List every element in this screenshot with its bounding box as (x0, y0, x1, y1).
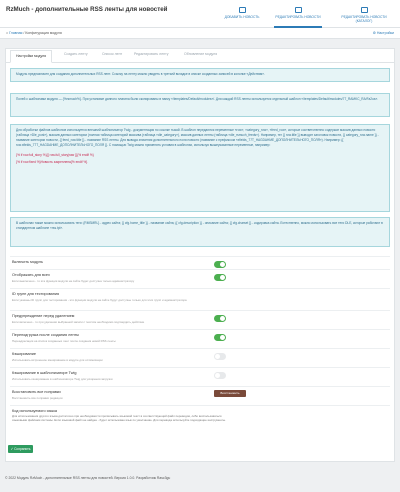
add-news-button[interactable]: Добавить новость (218, 0, 266, 28)
setting-hint: Восстановить все поправки редакции (12, 396, 63, 400)
add-icon (238, 7, 246, 13)
info-alert: В шаблонах также можно использовать теги… (10, 217, 390, 247)
save-button[interactable]: ✓ Сохранить (8, 445, 33, 453)
restore-button[interactable]: Восстановить (214, 390, 246, 397)
setting-row: Код используемого языка Для использовани… (10, 405, 390, 439)
edit-icon (360, 7, 368, 13)
app-title: RzMuch - дополнительные RSS ленты для но… (6, 6, 168, 13)
tab-update[interactable]: Обновление модуля (184, 52, 217, 56)
setting-hint: Если включено - то при удалении выбранно… (12, 320, 145, 324)
setting-label: Кэширование (12, 352, 36, 356)
redirect-after-create-toggle[interactable] (214, 334, 226, 341)
setting-label: Включить модуль (12, 260, 43, 264)
settings-link[interactable]: ⚙ Настройки (373, 31, 394, 35)
setting-hint: Использовать кэширование в шаблонизаторе… (12, 377, 113, 381)
confirm-delete-toggle[interactable] (214, 315, 226, 322)
setting-label: Восстановить все поправки (12, 390, 61, 394)
edit-news-button[interactable]: Редактировать новости (274, 0, 322, 28)
setting-row: Кэширование в шаблонизаторе Twig Использ… (10, 367, 390, 386)
cache-toggle[interactable] (214, 353, 226, 360)
tab-bar: Настройки модуля Создать ленту Список ле… (6, 49, 394, 63)
info-alert: Для обработки файлов шаблонов использует… (10, 124, 390, 212)
twig-cache-toggle[interactable] (214, 372, 226, 379)
tab-edit-feed[interactable]: Редактировать ленту (134, 52, 168, 56)
footer: © 2022 Модуль RzMuch - дополнительные RS… (5, 476, 171, 480)
code-example: {% if row.fixed %}Новость закреплена{% e… (16, 160, 88, 164)
breadcrumb: ⌂ Главная / Конфигурация модуля ⚙ Настро… (0, 28, 400, 39)
tab-settings[interactable]: Настройки модуля (10, 50, 53, 63)
language-code-textarea[interactable]: Для использования другого языка достаточ… (12, 414, 232, 422)
setting-label: Кэширование в шаблонизаторе Twig (12, 371, 77, 375)
breadcrumb-current: Конфигурация модуля (25, 31, 62, 35)
setting-row: Восстановить все поправки Восстановить в… (10, 386, 390, 405)
info-alert: Модуль предназначен для создания дополни… (10, 68, 390, 82)
setting-hint: Если выключено - то эта функция модуля н… (12, 279, 135, 283)
setting-hint: Переадресация на список созданных лент п… (12, 339, 116, 343)
setting-row: ID групп для тестирования Если указаны I… (10, 288, 390, 310)
setting-row: Включить модуль (10, 256, 390, 269)
setting-row: Предупреждение перед удалением Если вклю… (10, 310, 390, 329)
setting-hint: Если указаны ID групп для тестирования -… (12, 298, 187, 302)
enable-module-toggle[interactable] (214, 261, 226, 268)
setting-label: Предупреждение перед удалением (12, 314, 75, 318)
setting-row: Отображать для всех Если выключено - то … (10, 269, 390, 288)
setting-label: Переподгрузка после создания ленты (12, 333, 80, 337)
setting-label: Отображать для всех (12, 273, 50, 277)
setting-hint: Использовать встроенное кэширование в мо… (12, 358, 103, 362)
edit-icon (294, 7, 302, 13)
tab-create-feed[interactable]: Создать ленту (64, 52, 88, 56)
setting-row: Кэширование Использовать встроенное кэши… (10, 348, 390, 367)
header: RzMuch - дополнительные RSS ленты для но… (0, 0, 400, 28)
setting-label: ID групп для тестирования (12, 292, 60, 296)
breadcrumb-home[interactable]: Главная (9, 31, 22, 35)
code-example: {% if row.full_story %}{{ row.full_story… (16, 153, 94, 157)
edit-catalog-button[interactable]: Редактировать новости (Каталог) (334, 0, 394, 28)
settings-panel: Настройки модуля Создать ленту Список ле… (5, 48, 395, 462)
info-alert: Полей с шаблонами модуля — {%rsmuch%}. П… (10, 93, 390, 117)
show-for-all-toggle[interactable] (214, 274, 226, 281)
setting-row: Переподгрузка после создания ленты Переа… (10, 329, 390, 348)
tab-feed-list[interactable]: Список лент (102, 52, 122, 56)
setting-label: Код используемого языка (12, 409, 58, 413)
